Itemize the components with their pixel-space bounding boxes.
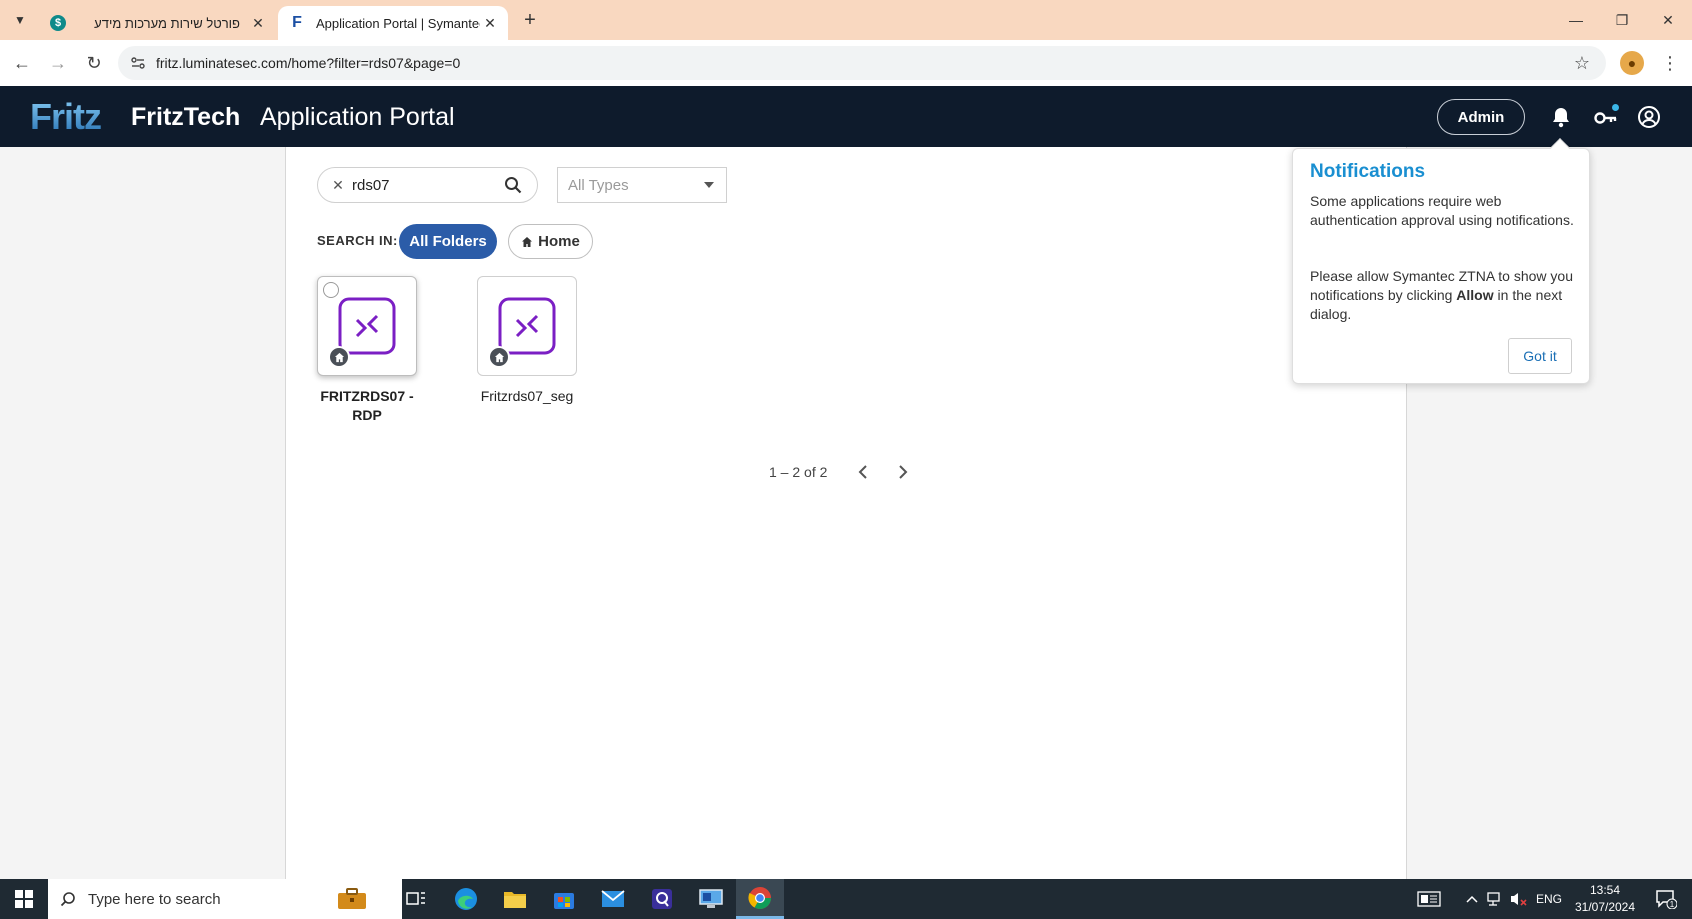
- close-icon[interactable]: ✕: [248, 13, 268, 33]
- key-icon[interactable]: [1593, 104, 1619, 130]
- status-dot: [1612, 104, 1619, 111]
- type-filter-select[interactable]: All Types: [557, 167, 727, 203]
- search-icon: [48, 891, 88, 907]
- tab-title: פורטל שירות מערכות מידע: [94, 15, 240, 31]
- notifications-popover: Notifications Some applications require …: [1292, 148, 1590, 384]
- bell-icon[interactable]: [1548, 104, 1574, 130]
- browser-tab-it-portal[interactable]: $ פורטל שירות מערכות מידע ✕: [40, 6, 276, 40]
- home-icon: [521, 236, 533, 248]
- notification-count: 1: [1670, 900, 1675, 909]
- clock-time: 13:54: [1589, 883, 1621, 897]
- briefcase-icon[interactable]: [316, 879, 388, 919]
- got-it-button[interactable]: Got it: [1508, 338, 1572, 374]
- chevron-up-icon[interactable]: [1462, 879, 1482, 919]
- restore-button[interactable]: ❐: [1599, 0, 1645, 40]
- app-tile-fritzrds07-seg[interactable]: [477, 276, 577, 376]
- popover-message: Some applications require web authentica…: [1310, 193, 1574, 228]
- all-folders-label: All Folders: [409, 233, 487, 250]
- taskbar-clock[interactable]: 13:54 31/07/2024: [1565, 882, 1645, 916]
- mail-icon[interactable]: [589, 879, 637, 919]
- url-text: fritz.luminatesec.com/home?filter=rds07&…: [156, 55, 461, 71]
- type-filter-placeholder: All Types: [568, 176, 629, 194]
- app-tile-fritzrds07-rdp[interactable]: [317, 276, 417, 376]
- chevron-left-icon[interactable]: [849, 458, 877, 486]
- admin-button[interactable]: Admin: [1437, 99, 1525, 135]
- browser-tab-application-portal[interactable]: F Application Portal | Symantec Z ✕: [278, 6, 508, 40]
- bookmark-star-icon[interactable]: ☆: [1570, 51, 1594, 75]
- all-folders-chip[interactable]: All Folders: [399, 224, 497, 259]
- tab-search-button[interactable]: ▼: [8, 8, 32, 32]
- chevron-right-icon[interactable]: [889, 458, 917, 486]
- pagination-range: 1 – 2 of 2: [769, 464, 828, 480]
- back-button[interactable]: ←: [8, 49, 36, 77]
- app-header: Fritz FritzTech Application Portal Admin: [0, 86, 1692, 147]
- close-window-button[interactable]: ✕: [1645, 0, 1691, 40]
- app-q-icon[interactable]: [638, 879, 686, 919]
- home-label: Home: [538, 233, 580, 250]
- browser-menu-icon[interactable]: ⋮: [1658, 51, 1682, 75]
- browser-toolbar: ← → ↻ fritz.luminatesec.com/home?filter=…: [0, 40, 1692, 86]
- file-explorer-icon[interactable]: [491, 879, 539, 919]
- edge-browser-icon[interactable]: [442, 879, 490, 919]
- home-folder-chip[interactable]: Home: [508, 224, 593, 259]
- site-info-icon[interactable]: [128, 53, 148, 73]
- language-indicator[interactable]: ENG: [1534, 879, 1564, 919]
- remote-desktop-app-icon[interactable]: [687, 879, 735, 919]
- brand-name: FritzTech: [131, 103, 241, 131]
- chrome-icon[interactable]: [736, 879, 784, 919]
- windows-start-icon[interactable]: [0, 879, 48, 919]
- logo-mark: Fritz: [30, 96, 102, 137]
- popover-title: Notifications: [1310, 161, 1426, 182]
- search-icon[interactable]: [502, 174, 524, 196]
- home-badge-icon: [328, 346, 350, 368]
- microsoft-store-icon[interactable]: [540, 879, 588, 919]
- fritz-logo[interactable]: Fritz: [30, 96, 102, 137]
- taskbar-search-placeholder: Type here to search: [88, 890, 221, 908]
- minimize-button[interactable]: —: [1553, 0, 1599, 40]
- applications-panel: ✕ All Types SEARCH IN: All Folders Home: [285, 147, 1407, 879]
- s-icon: $: [50, 15, 66, 31]
- close-icon[interactable]: ✕: [480, 13, 500, 33]
- windows-taskbar: Type here to search ENG 13:54 31/07/2024…: [0, 879, 1692, 919]
- home-badge-icon: [488, 346, 510, 368]
- clear-search-icon[interactable]: ✕: [328, 177, 348, 194]
- f-icon: F: [292, 14, 302, 31]
- profile-avatar-icon[interactable]: ●: [1620, 51, 1644, 75]
- address-bar[interactable]: fritz.luminatesec.com/home?filter=rds07&…: [118, 46, 1606, 80]
- portal-title: Application Portal: [260, 103, 455, 131]
- remote-desktop-icon: [338, 297, 396, 355]
- keyboard-layout-icon[interactable]: [1412, 879, 1446, 919]
- popover-instructions: Please allow Symantec ZTNA to show you n…: [1310, 268, 1574, 322]
- tab-title: Application Portal | Symantec Z: [316, 15, 480, 31]
- network-icon[interactable]: [1484, 879, 1506, 919]
- reload-button[interactable]: ↻: [80, 49, 108, 77]
- search-in-label: SEARCH IN:: [317, 233, 398, 248]
- remote-desktop-icon: [498, 297, 556, 355]
- task-view-icon[interactable]: [392, 879, 440, 919]
- app-name[interactable]: Fritzrds07_seg: [467, 387, 587, 406]
- action-center-icon[interactable]: 1: [1648, 879, 1684, 919]
- user-account-icon[interactable]: [1636, 104, 1662, 130]
- new-tab-button[interactable]: +: [518, 8, 542, 32]
- browser-tabstrip: ▼ $ פורטל שירות מערכות מידע ✕ F Applicat…: [0, 0, 1692, 40]
- volume-muted-icon[interactable]: [1508, 879, 1530, 919]
- app-name[interactable]: FRITZRDS07 - RDP: [307, 387, 427, 425]
- search-input[interactable]: [352, 176, 502, 194]
- forward-button[interactable]: →: [44, 49, 72, 77]
- search-box: ✕: [317, 167, 538, 203]
- chevron-down-icon: [704, 182, 714, 188]
- clock-date: 31/07/2024: [1574, 900, 1636, 914]
